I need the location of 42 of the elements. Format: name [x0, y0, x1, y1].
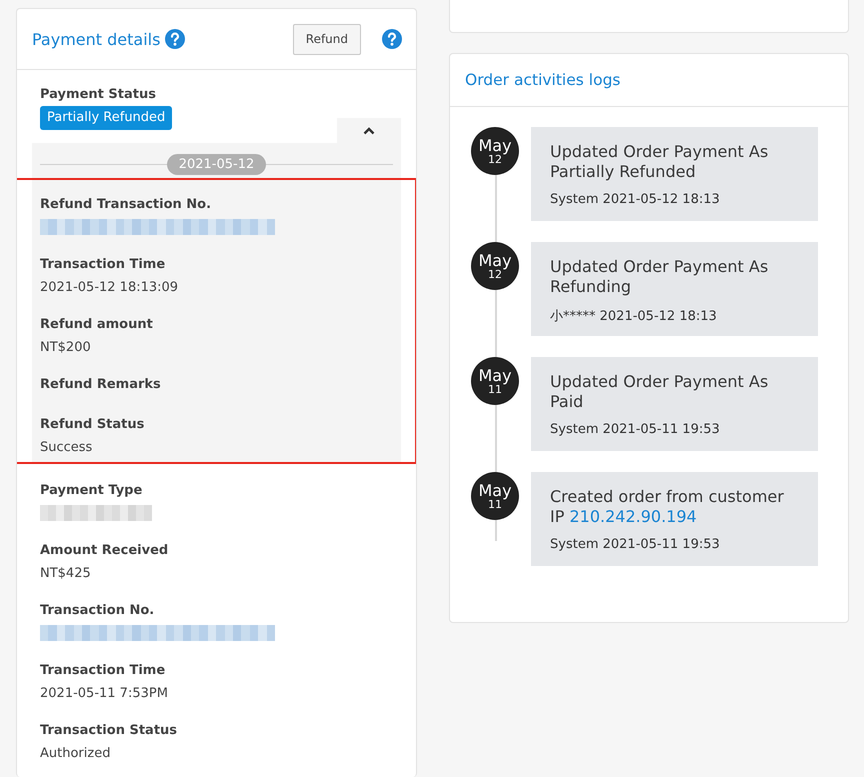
field-label: Refund Transaction No. [40, 197, 212, 213]
activity-title: Updated Order Payment As Partially Refunded [550, 142, 770, 181]
caret-icon [363, 126, 375, 134]
status-badge: Partially Refunded [40, 106, 172, 130]
activity-meta: System 2021-05-12 18:13 [550, 192, 721, 207]
month-label: May [478, 136, 512, 154]
field-value: 2021-05-12 18:13:09 [40, 279, 180, 297]
field-value: Authorized [40, 745, 112, 763]
field-label: Transaction Status [40, 723, 178, 739]
field-label: Refund Remarks [40, 377, 162, 393]
activity-title: Updated Order Payment As Paid [550, 372, 770, 411]
month-label: May [478, 366, 512, 384]
panel-title: Payment details [32, 30, 160, 48]
field-value: Success [40, 439, 94, 457]
day-label: 11 [488, 384, 502, 396]
field-value: NT$200 [40, 339, 92, 357]
activity-title: Updated Order Payment As Refunding [550, 257, 770, 296]
field-label: Transaction Time [40, 257, 166, 273]
refund-button[interactable]: Refund [292, 24, 361, 54]
month-label: May [478, 482, 512, 498]
date-pill: 2021-05-12 [166, 154, 266, 175]
activity-meta: System 2021-05-11 19:53 [550, 537, 721, 552]
help-icon[interactable] [165, 29, 186, 49]
collapse-toggle[interactable] [337, 118, 401, 143]
field-label: Transaction Time [40, 663, 166, 679]
activity-meta: 小***** 2021-05-12 18:13 [550, 308, 718, 325]
field-value: 2021-05-11 7:53PM [40, 685, 169, 703]
activity-title: Created order from customer IP 210.242.90.194 [550, 487, 785, 526]
field-label: Amount Received [40, 543, 170, 559]
field-value: NT$425 [40, 565, 92, 583]
panel-title: Order activities logs [465, 71, 620, 89]
day-label: 11 [488, 498, 502, 510]
field-label: Refund amount [40, 317, 154, 333]
field-label: Payment Type [40, 483, 144, 499]
field-label: Transaction No. [40, 603, 156, 619]
field-label: Payment Status [40, 87, 157, 103]
day-label: 12 [488, 154, 502, 166]
field-label: Refund Status [40, 417, 146, 433]
day-label: 12 [488, 268, 502, 280]
month-label: May [478, 252, 512, 268]
activity-meta: System 2021-05-11 19:53 [550, 422, 721, 437]
help-icon[interactable] [382, 29, 402, 49]
